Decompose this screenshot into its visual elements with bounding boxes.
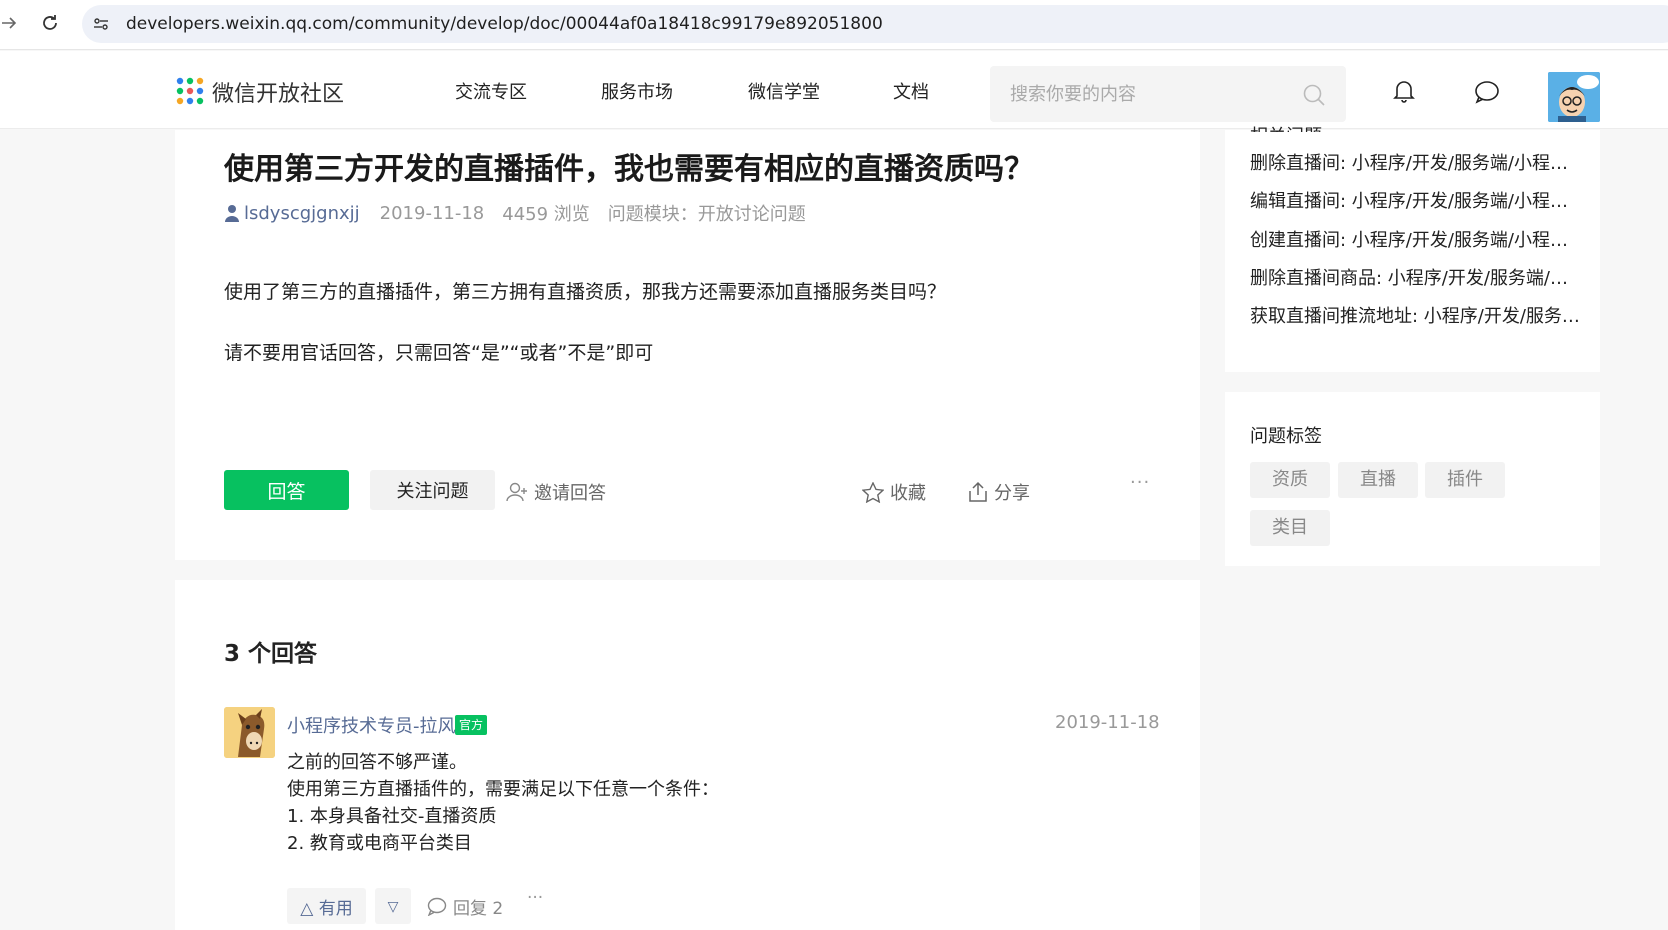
answers-count: 3 个回答 — [224, 641, 318, 667]
share-button[interactable]: 分享 — [968, 479, 1030, 505]
related-question-link[interactable]: 获取直播间推流地址: 小程序/开发/服务端/小程序直播 — [1250, 302, 1580, 328]
nav-service-market[interactable]: 服务市场 — [601, 78, 673, 104]
question-body-line: 请不要用官话回答，只需回答“是”“或者”不是”即可 — [224, 342, 654, 364]
answer-author-avatar[interactable] — [224, 707, 275, 758]
site-header: 微信开放社区 交流专区 服务市场 微信学堂 文档 — [0, 51, 1668, 129]
site-info-icon[interactable] — [92, 15, 110, 33]
browser-toolbar: developers.weixin.qq.com/community/devel… — [0, 0, 1668, 50]
tag-qualification[interactable]: 资质 — [1250, 462, 1330, 498]
invite-user-icon — [506, 482, 527, 502]
related-questions-card: 相关问题 删除直播间: 小程序/开发/服务端/小程序直播/直播间管理 编辑直播间… — [1225, 126, 1600, 372]
message-icon[interactable] — [1474, 80, 1500, 104]
invite-answer-button[interactable]: 邀请回答 — [506, 479, 606, 505]
collect-label: 收藏 — [890, 483, 926, 504]
question-date: 2019-11-18 — [379, 202, 485, 224]
related-question-link[interactable]: 创建直播间: 小程序/开发/服务端/小程序直播/直播间管理 — [1250, 226, 1580, 252]
question-views: 4459 浏览 — [502, 204, 590, 225]
nav-docs[interactable]: 文档 — [893, 78, 929, 104]
question-author[interactable]: lsdyscgjgnxjj — [244, 203, 360, 224]
question-body-line: 使用了第三方的直播插件，第三方拥有直播资质，那我方还需要添加直播服务类目吗？ — [224, 281, 947, 303]
related-question-link[interactable]: 编辑直播间: 小程序/开发/服务端/小程序直播/直播间管理 — [1250, 187, 1580, 213]
share-label: 分享 — [994, 483, 1030, 504]
answers-card: 3 个回答 小程序技术专员-拉风 官方 2019-11-18 之前的回答不够严谨… — [175, 580, 1200, 930]
question-tags-title: 问题标签 — [1250, 426, 1322, 447]
search-box — [990, 66, 1346, 122]
invite-answer-label: 邀请回答 — [534, 483, 606, 504]
search-icon[interactable] — [1302, 83, 1326, 107]
answer-text-line: 2. 教育或电商平台类目 — [287, 833, 472, 854]
question-tags-card: 问题标签 资质 直播 插件 类目 — [1225, 392, 1600, 566]
url-text[interactable]: developers.weixin.qq.com/community/devel… — [126, 14, 883, 34]
answer-text-line: 之前的回答不够严谨。 — [287, 752, 467, 773]
brand-name[interactable]: 微信开放社区 — [212, 76, 344, 108]
star-icon — [862, 481, 884, 503]
nav-academy[interactable]: 微信学堂 — [748, 78, 820, 104]
question-module[interactable]: 开放讨论问题 — [698, 200, 806, 226]
reload-icon[interactable] — [40, 13, 62, 35]
answer-text-line: 使用第三方直播插件的，需要满足以下任意一个条件： — [287, 779, 719, 800]
comment-icon — [427, 897, 447, 916]
related-question-link[interactable]: 删除直播间商品: 小程序/开发/服务端/小程序直播 — [1250, 264, 1580, 290]
user-icon — [224, 204, 240, 222]
question-more-button[interactable]: ··· — [1130, 472, 1150, 493]
share-icon — [969, 481, 987, 502]
question-title: 使用第三方开发的直播插件，我也需要有相应的直播资质吗？ — [224, 152, 1034, 187]
user-avatar[interactable] — [1548, 72, 1600, 122]
follow-question-button[interactable]: 关注问题 — [370, 470, 495, 510]
question-meta: lsdyscgjgnxjj 2019-11-18 4459 浏览 问题模块： 开… — [224, 200, 806, 226]
tag-category[interactable]: 类目 — [1250, 510, 1330, 546]
answer-author-name[interactable]: 小程序技术专员-拉风 — [287, 712, 456, 738]
tag-live[interactable]: 直播 — [1338, 462, 1418, 498]
tag-plugin[interactable]: 插件 — [1425, 462, 1505, 498]
answer-date: 2019-11-18 — [1055, 712, 1160, 733]
answer-button[interactable]: 回答 — [224, 470, 349, 510]
question-module-label: 问题模块： — [607, 204, 698, 225]
collect-button[interactable]: 收藏 — [862, 479, 926, 505]
address-bar[interactable]: developers.weixin.qq.com/community/devel… — [82, 5, 1668, 43]
search-input[interactable] — [1010, 80, 1290, 108]
related-question-link[interactable]: 删除直播间: 小程序/开发/服务端/小程序直播/直播间管理 — [1250, 149, 1580, 175]
forward-arrow-icon[interactable] — [0, 14, 20, 34]
answer-more-button[interactable]: ··· — [527, 888, 543, 908]
official-badge: 官方 — [455, 715, 488, 735]
related-questions-title: 相关问题 — [1250, 122, 1322, 132]
useful-button[interactable]: △ 有用 — [287, 888, 366, 924]
question-card: 使用第三方开发的直播插件，我也需要有相应的直播资质吗？ lsdyscgjgnxj… — [175, 130, 1200, 560]
reply-label: 回复 2 — [453, 899, 504, 919]
weixin-community-logo-icon[interactable] — [175, 76, 205, 106]
bell-icon[interactable] — [1392, 78, 1416, 104]
answer-text-line: 1. 本身具备社交-直播资质 — [287, 806, 497, 827]
reply-button[interactable]: 回复 2 — [427, 894, 503, 919]
downvote-button[interactable]: ▽ — [375, 888, 411, 924]
nav-exchange[interactable]: 交流专区 — [455, 78, 527, 104]
